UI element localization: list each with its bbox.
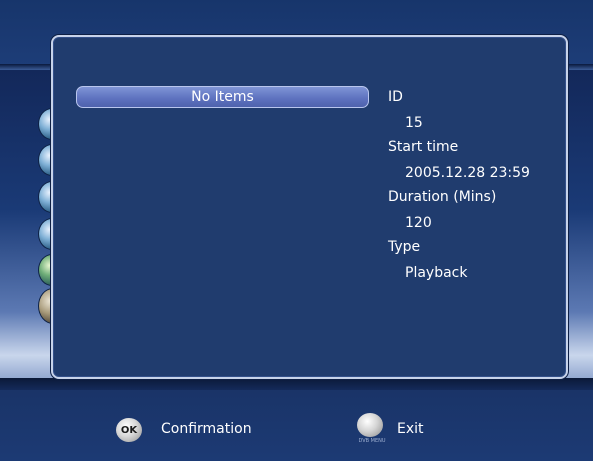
type-label: Type (388, 239, 421, 255)
background-bottom (0, 390, 593, 461)
start-time-value: 2005.12.28 23:59 (405, 165, 530, 181)
id-value: 15 (405, 115, 423, 131)
type-value: Playback (405, 265, 468, 281)
id-label: ID (388, 89, 403, 105)
list-item-label: No Items (191, 89, 254, 105)
ok-button-icon[interactable]: OK (116, 418, 142, 442)
exit-button-icon[interactable] (357, 413, 383, 437)
duration-value: 120 (405, 215, 432, 231)
list-item-selected[interactable]: No Items (76, 86, 369, 108)
ok-key-label: OK (120, 424, 138, 436)
dvb-menu-label: DVB MENU (358, 438, 386, 444)
background-stripe-bottom (0, 378, 593, 390)
duration-label: Duration (Mins) (388, 189, 497, 205)
start-time-label: Start time (388, 139, 459, 155)
confirmation-label[interactable]: Confirmation (161, 419, 252, 439)
exit-label[interactable]: Exit (397, 419, 424, 439)
details-pane: ID 15 Start time 2005.12.28 23:59 Durati… (388, 86, 558, 286)
